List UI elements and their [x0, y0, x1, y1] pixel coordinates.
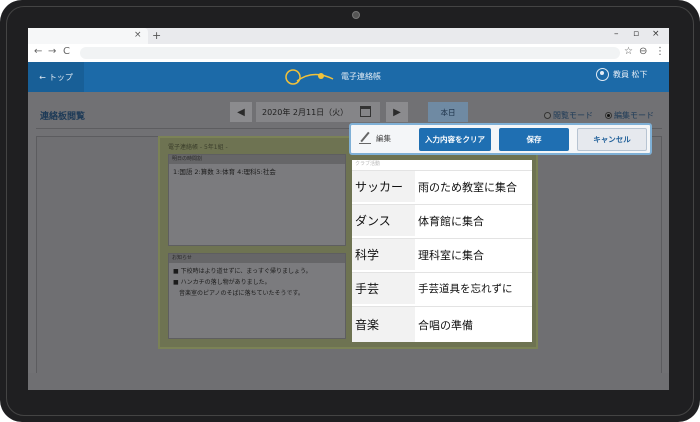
arrow-left-icon: ← [39, 72, 46, 82]
radio-off-icon [544, 112, 551, 119]
club-table-header: クラブ活動 [355, 161, 381, 167]
back-icon[interactable]: ← [34, 46, 42, 57]
menu-icon[interactable]: ⋮ [655, 46, 665, 57]
tab-close-icon[interactable]: × [134, 30, 142, 40]
previous-date-button[interactable]: ◀ [230, 102, 252, 122]
edit-label: 編集 [376, 133, 391, 143]
notice-line: ■ ハンカチの落し物がありました。 [173, 279, 271, 286]
top-back-button[interactable]: ← トップ [28, 62, 84, 92]
bookmark-star-icon[interactable]: ☆ [624, 46, 633, 57]
schedule-text: 1:国語 2:算数 3:体育 4:理科5:社会 [173, 168, 276, 176]
table-row[interactable]: 音楽 合唱の準備 [352, 306, 532, 342]
notice-text: ■ 下校時はより道せずに、まっすぐ帰りましょう。 ■ ハンカチの落し物がありまし… [169, 263, 345, 302]
user-name: 教員 松下 [613, 70, 648, 79]
notice-line: 音楽室のピアノのそばに落ちていたそうです。 [173, 290, 304, 297]
reload-icon[interactable]: C [63, 46, 70, 57]
club-subject-cell[interactable]: 科学 [352, 239, 415, 270]
club-subject-cell[interactable]: ダンス [352, 205, 415, 236]
tablet-frame: × + – ▫ × ← → C ☆ ⊖ ⋮ ← トップ 電子連絡帳 教員 松下 … [0, 0, 700, 422]
window-close-icon[interactable]: × [652, 29, 660, 39]
club-subject-cell[interactable]: 音楽 [352, 307, 415, 342]
profile-icon[interactable]: ⊖ [639, 46, 647, 57]
today-button[interactable]: 本日 [428, 102, 468, 122]
chevron-left-icon: ◀ [237, 106, 245, 118]
notice-box[interactable]: お知らせ ■ 下校時はより道せずに、まっすぐ帰りましょう。 ■ ハンカチの落し物… [168, 253, 346, 339]
board-subtitle: 電子連絡帳 - 5年1組 - [168, 144, 228, 151]
minimize-icon[interactable]: – [614, 29, 619, 39]
logo-graphic [285, 69, 334, 85]
club-subject-cell[interactable]: 手芸 [352, 273, 415, 304]
new-tab-icon[interactable]: + [152, 29, 161, 42]
club-note-cell[interactable]: 理科室に集合 [415, 239, 532, 270]
app-title: 電子連絡帳 [341, 72, 381, 81]
url-input[interactable] [80, 47, 620, 59]
edit-mode-radio[interactable]: 編集モード [605, 110, 654, 121]
notice-box-title: お知らせ [169, 254, 345, 263]
club-subject-cell[interactable]: サッカー [352, 171, 415, 202]
date-text: 2020年 2月11日（火） [262, 107, 349, 117]
next-date-button[interactable]: ▶ [386, 102, 408, 122]
view-mode-label: 閲覧モード [553, 111, 593, 120]
browser-tab-bar: × + – ▫ × [28, 28, 669, 44]
clear-input-button[interactable]: 入力内容をクリア [419, 128, 491, 151]
table-row[interactable]: 科学 理科室に集合 [352, 238, 532, 270]
club-note-cell[interactable]: 合唱の準備 [415, 307, 532, 342]
user-icon [596, 68, 609, 81]
club-activity-table[interactable]: クラブ活動 サッカー 雨のため教室に集合 ダンス 体育館に集合 科学 理科室に集… [352, 160, 532, 342]
address-bar: ← → C ☆ ⊖ ⋮ [28, 44, 669, 63]
page-title: 連絡板閲覧 [40, 112, 86, 122]
save-button[interactable]: 保存 [499, 128, 569, 151]
screen: × + – ▫ × ← → C ☆ ⊖ ⋮ ← トップ 電子連絡帳 教員 松下 … [28, 28, 669, 390]
camera-icon [352, 11, 360, 19]
bottom-bar [28, 373, 669, 390]
calendar-icon[interactable] [360, 106, 371, 117]
view-mode-radio[interactable]: 閲覧モード [544, 110, 593, 121]
club-note-cell[interactable]: 手芸道具を忘れずに [415, 273, 532, 304]
app-header: ← トップ 電子連絡帳 教員 松下 [28, 62, 669, 92]
table-row[interactable]: ダンス 体育館に集合 [352, 204, 532, 236]
app-logo [283, 67, 339, 87]
pencil-icon [359, 132, 371, 144]
club-note-cell[interactable]: 体育館に集合 [415, 205, 532, 236]
table-row[interactable]: 手芸 手芸道具を忘れずに [352, 272, 532, 304]
user-menu[interactable]: 教員 松下 [596, 68, 648, 81]
edit-toolbar: 編集 入力内容をクリア 保存 キャンセル [349, 123, 652, 155]
maximize-icon[interactable]: ▫ [633, 29, 639, 39]
chevron-right-icon: ▶ [393, 106, 401, 118]
browser-tab[interactable]: × [28, 28, 148, 44]
top-back-label: トップ [48, 72, 73, 82]
schedule-box[interactable]: 明日の時間割 1:国語 2:算数 3:体育 4:理科5:社会 [168, 154, 346, 246]
cancel-button[interactable]: キャンセル [577, 128, 647, 151]
radio-on-icon [605, 112, 612, 119]
schedule-box-title: 明日の時間割 [169, 155, 345, 164]
club-note-cell[interactable]: 雨のため教室に集合 [415, 171, 532, 202]
date-display[interactable]: 2020年 2月11日（火） [256, 102, 380, 122]
forward-icon[interactable]: → [48, 46, 56, 57]
notice-line: ■ 下校時はより道せずに、まっすぐ帰りましょう。 [173, 268, 312, 275]
edit-label-group: 編集 [359, 132, 391, 144]
edit-mode-label: 編集モード [614, 111, 654, 120]
table-row[interactable]: サッカー 雨のため教室に集合 [352, 170, 532, 202]
